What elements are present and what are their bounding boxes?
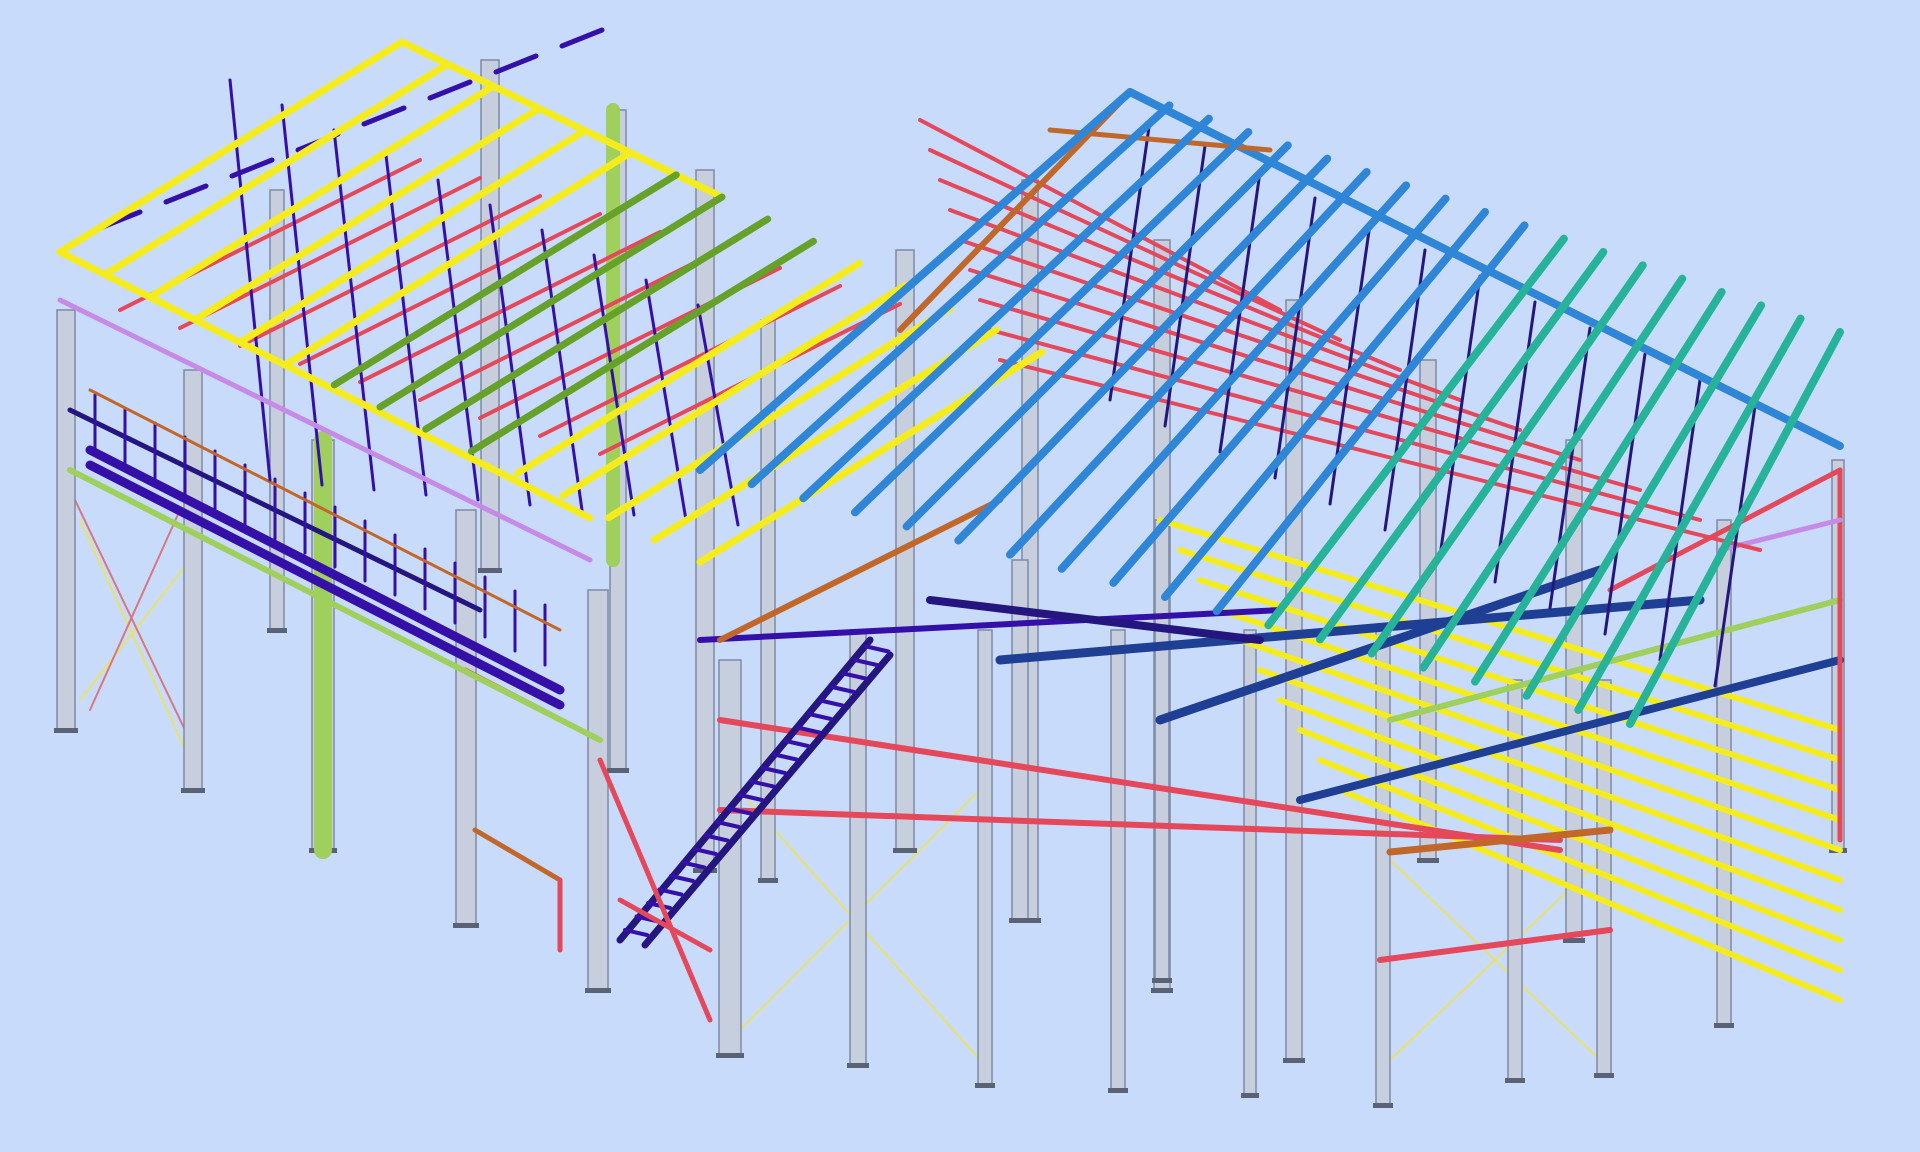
stair-tread [784,739,810,748]
stair-tread [807,712,833,721]
roof-purlin [1367,261,1647,658]
stair-tread [772,752,799,762]
base-plate [975,1083,995,1088]
steel-column [56,309,76,731]
base-plate [1151,988,1173,993]
floor-beam [1377,927,1613,963]
model-viewport[interactable] [0,0,1920,1152]
base-plate [1417,858,1439,863]
base-plate [54,728,78,733]
steel-column [1375,629,1391,1106]
base-plate [267,628,287,633]
floor-beams-layer [462,467,1844,1003]
base-plate [1563,938,1585,943]
base-plate [893,848,917,853]
base-plate [1009,918,1031,923]
base-plate [181,788,205,793]
steel-column [455,509,477,926]
base-plate [847,1063,869,1068]
base-plate [1152,978,1172,983]
base-plate [585,988,611,993]
steel-column [587,589,609,991]
base-plate [1108,1088,1128,1093]
base-plate [1373,1103,1393,1108]
base-plate [1714,1023,1734,1028]
stair-tread [864,644,891,654]
roof-rafter [163,183,209,205]
roof-rafter [427,79,473,101]
roof-rafter [493,53,539,75]
base-plate [716,1053,744,1058]
roof-rafter [559,27,605,49]
base-plate [758,878,778,883]
roof-purlin [902,141,1292,531]
stair-layer [597,636,894,1023]
base-plate [1283,1058,1305,1063]
roof-bracing [998,358,1762,552]
base-plate [607,768,629,773]
truss-web [1603,352,1647,636]
cross-brace [89,509,181,711]
steel-structure-model[interactable] [0,0,1920,1152]
base-plate [453,923,479,928]
base-plate [1241,1093,1259,1098]
roof-bracing [978,298,1642,492]
steel-column [1243,629,1257,1096]
cross-brace [79,519,191,761]
stair-tread [818,698,845,708]
base-plate [1594,1073,1614,1078]
lower-beam [472,827,563,883]
steel-column [1110,629,1126,1091]
steel-column [695,169,715,871]
base-plate [1505,1078,1525,1083]
base-plate [478,568,502,573]
steel-column [977,629,993,1086]
stair-tread [738,793,764,802]
roof-purlin [696,88,1134,474]
steel-column [183,369,203,791]
cross-brace [79,559,191,701]
